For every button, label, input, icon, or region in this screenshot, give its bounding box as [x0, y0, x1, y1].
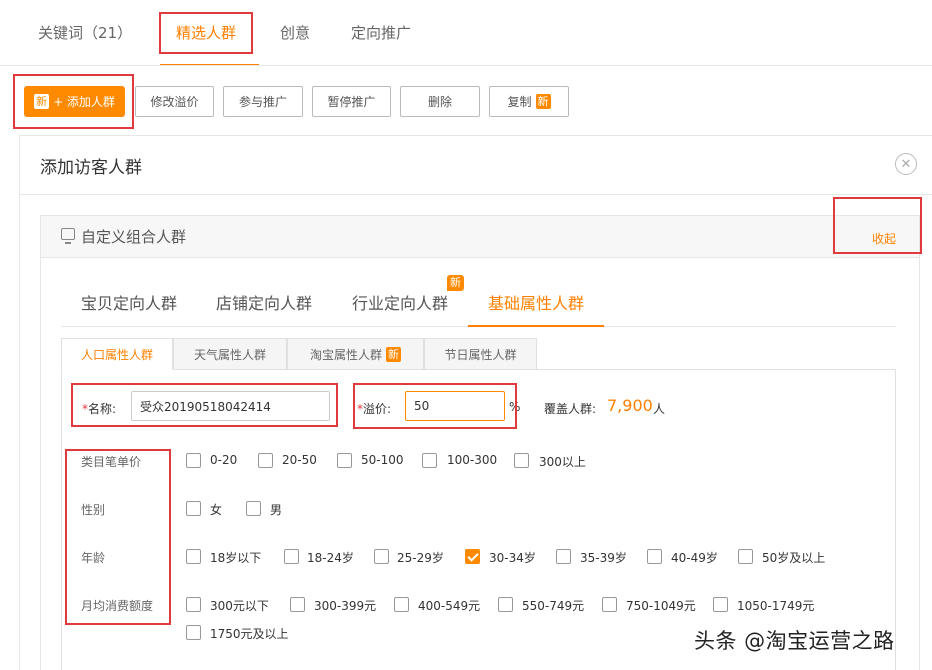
top-tabs-divider: [0, 65, 932, 66]
attr-content-border-left: [61, 369, 62, 670]
option-age-5: 40-49岁: [671, 551, 718, 565]
checkbox-age-3[interactable]: [465, 549, 480, 564]
option-spend-5: 1050-1749元: [737, 599, 815, 613]
option-spend-6: 1750元及以上: [210, 627, 289, 641]
option-price-4: 300以上: [539, 455, 586, 469]
highlight-box-name: [71, 383, 338, 427]
coverage-value: 7,900: [607, 396, 653, 415]
option-age-3: 30-34岁: [489, 551, 536, 565]
pause-promotion-button[interactable]: 暂停推广: [312, 86, 391, 117]
modify-premium-button[interactable]: 修改溢价: [135, 86, 214, 117]
checkbox-price-1[interactable]: [258, 453, 273, 468]
checkbox-spend-4[interactable]: [602, 597, 617, 612]
checkbox-spend-0[interactable]: [186, 597, 201, 612]
panel-title: 添加访客人群: [40, 158, 142, 178]
option-price-0: 0-20: [210, 453, 238, 467]
panel-divider: [19, 194, 932, 195]
checkbox-price-0[interactable]: [186, 453, 201, 468]
option-age-6: 50岁及以上: [762, 551, 826, 565]
checkbox-gender-1[interactable]: [246, 501, 261, 516]
active-subtab-underline: [468, 325, 604, 327]
option-spend-0: 300元以下: [210, 599, 269, 613]
copy-label: 复制: [507, 95, 532, 109]
attr-content-border-right: [895, 369, 896, 670]
spend-label: 月均消费额度: [81, 599, 154, 613]
checkbox-age-0[interactable]: [186, 549, 201, 564]
option-spend-2: 400-549元: [418, 599, 481, 613]
tab-holiday[interactable]: 节日属性人群: [424, 338, 537, 370]
tab-weather[interactable]: 天气属性人群: [173, 338, 287, 370]
price-label: 类目笔单价: [81, 455, 142, 469]
join-promotion-button[interactable]: 参与推广: [223, 86, 303, 117]
checkbox-age-2[interactable]: [374, 549, 389, 564]
delete-button[interactable]: 删除: [400, 86, 480, 117]
option-price-3: 100-300: [447, 453, 498, 467]
copy-button[interactable]: 复制 新: [489, 86, 569, 117]
new-badge: 新: [535, 94, 551, 109]
close-circle-icon[interactable]: ✕: [895, 153, 917, 175]
option-price-1: 20-50: [282, 453, 317, 467]
monitor-icon: [61, 228, 75, 244]
checkbox-spend-5[interactable]: [713, 597, 728, 612]
tab-store-targeted[interactable]: 店铺定向人群: [216, 290, 312, 314]
highlight-box-add: [13, 74, 134, 129]
new-badge: 新: [447, 275, 464, 291]
option-age-4: 35-39岁: [580, 551, 627, 565]
tab-taobao-label: 淘宝属性人群: [309, 347, 382, 362]
tab-creative[interactable]: 创意: [280, 22, 310, 43]
checkbox-spend-2[interactable]: [394, 597, 409, 612]
coverage-label: 覆盖人群:: [544, 402, 597, 416]
option-age-0: 18岁以下: [210, 551, 262, 565]
option-gender-1: 男: [270, 503, 283, 517]
highlight-box-premium: [353, 383, 517, 429]
option-spend-1: 300-399元: [314, 599, 377, 613]
tab-industry-targeted[interactable]: 行业定向人群: [352, 290, 448, 314]
tab-taobao-attributes[interactable]: 淘宝属性人群 新: [287, 338, 424, 370]
option-spend-4: 750-1049元: [626, 599, 696, 613]
highlight-box-tab: [159, 12, 253, 54]
custom-group-title: 自定义组合人群: [81, 228, 187, 246]
new-badge: 新: [386, 346, 401, 362]
checkbox-price-2[interactable]: [337, 453, 352, 468]
watermark: 头条 @淘宝运营之路: [694, 629, 895, 653]
checkbox-spend-1[interactable]: [290, 597, 305, 612]
checkbox-gender-0[interactable]: [186, 501, 201, 516]
gender-label: 性别: [81, 503, 106, 517]
coverage-unit: 人: [653, 402, 666, 416]
age-label: 年龄: [81, 551, 106, 565]
option-spend-3: 550-749元: [522, 599, 585, 613]
tab-item-targeted[interactable]: 宝贝定向人群: [81, 290, 177, 314]
tab-demographic[interactable]: 人口属性人群: [61, 338, 173, 370]
checkbox-age-1[interactable]: [284, 549, 299, 564]
checkbox-age-6[interactable]: [738, 549, 753, 564]
checkbox-spend-3[interactable]: [498, 597, 513, 612]
option-gender-0: 女: [210, 503, 223, 517]
checkbox-age-5[interactable]: [647, 549, 662, 564]
option-age-2: 25-29岁: [397, 551, 444, 565]
option-age-1: 18-24岁: [307, 551, 354, 565]
checkbox-price-3[interactable]: [422, 453, 437, 468]
tab-targeted-promotion[interactable]: 定向推广: [351, 22, 411, 43]
tab-basic-attributes[interactable]: 基础属性人群: [488, 290, 584, 314]
checkbox-spend-6[interactable]: [186, 625, 201, 640]
tab-keywords[interactable]: 关键词（21）: [38, 22, 132, 43]
highlight-box-collapse: [833, 197, 922, 254]
option-price-2: 50-100: [361, 453, 404, 467]
checkbox-price-4[interactable]: [514, 453, 529, 468]
checkbox-age-4[interactable]: [556, 549, 571, 564]
